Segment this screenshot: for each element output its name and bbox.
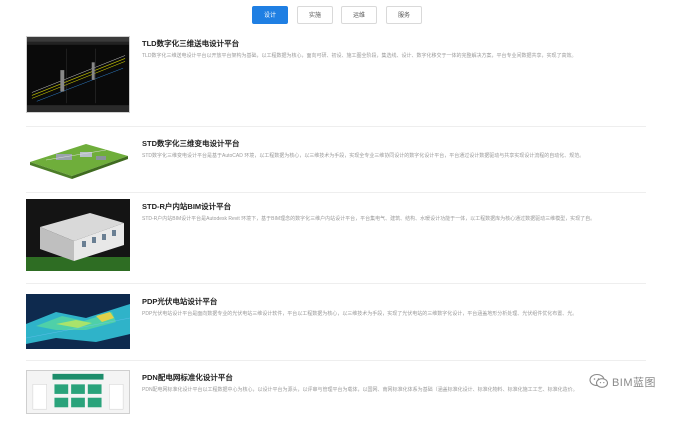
platform-description: PDP光伏电站设计平台是面向数据专业的光伏电站三维设计软件，平台以工程数据为核心… — [142, 311, 578, 317]
item-divider — [26, 360, 646, 361]
tab-operation[interactable]: 运维 — [341, 6, 377, 24]
tab-implementation[interactable]: 实施 — [297, 6, 333, 24]
wechat-icon — [589, 373, 609, 392]
item-divider — [26, 283, 646, 284]
tab-design[interactable]: 设计 — [252, 6, 288, 24]
platform-title[interactable]: PDN配电网标准化设计平台 — [142, 372, 233, 383]
platform-description: PDN配电网标准化设计平台以工程数据中心为核心，以设计平台为源头，以评审与管理平… — [142, 387, 578, 393]
platform-description: TLD数字化三维送电设计平台以开放平台架构为基础，以工程数据为核心，面向可研、初… — [142, 53, 577, 59]
platform-description: STD-R户内站BIM设计平台是Autodesk Revit 环境下，基于BIM… — [142, 216, 596, 222]
terrain-analysis-thumbnail[interactable] — [26, 294, 130, 349]
platform-title[interactable]: TLD数字化三维送电设计平台 — [142, 38, 239, 49]
indoor-substation-building-thumbnail[interactable] — [26, 199, 130, 271]
tab-bar: 设计 实施 运维 服务 — [0, 6, 678, 26]
platform-title[interactable]: PDP光伏电站设计平台 — [142, 296, 217, 307]
watermark: BIM蓝图 — [589, 373, 656, 392]
cad-transmission-line-thumbnail[interactable] — [26, 36, 130, 113]
watermark-text: BIM蓝图 — [611, 377, 656, 389]
substation-model-thumbnail[interactable] — [26, 136, 130, 180]
item-divider — [26, 192, 646, 193]
distribution-network-ui-thumbnail[interactable] — [26, 370, 130, 414]
platform-description: STD数字化三维变电设计平台是基于AutoCAD 环境，以工程数据为核心，以三维… — [142, 153, 585, 159]
platform-title[interactable]: STD-R户内站BIM设计平台 — [142, 201, 231, 212]
platform-title[interactable]: STD数字化三维变电设计平台 — [142, 138, 240, 149]
item-divider — [26, 126, 646, 127]
tab-service[interactable]: 服务 — [386, 6, 422, 24]
